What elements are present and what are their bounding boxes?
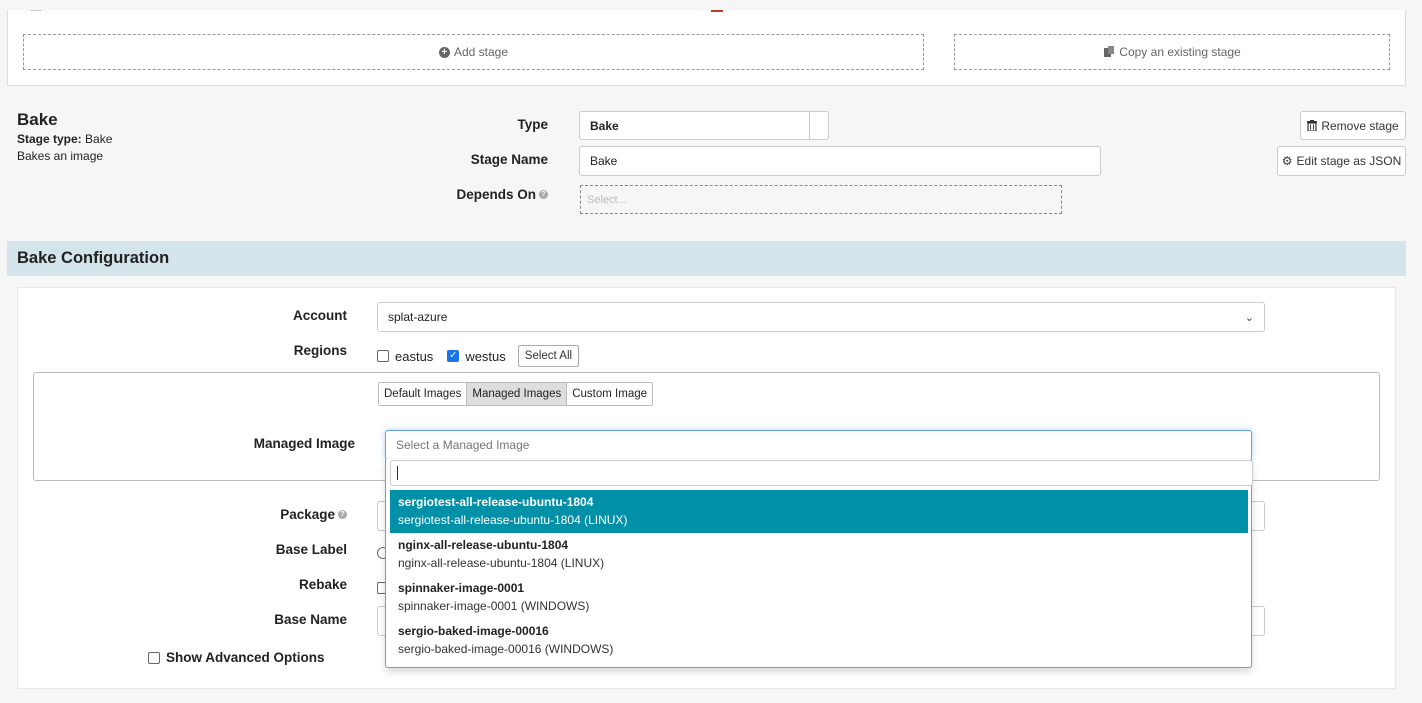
add-stage-button[interactable]: + Add stage	[23, 34, 924, 70]
depends-on-label-group: Depends On ?	[456, 187, 548, 202]
copy-icon	[1104, 46, 1115, 57]
trash-icon	[1307, 120, 1318, 131]
managed-image-dropdown: sergiotest-all-release-ubuntu-1804 sergi…	[385, 459, 1253, 668]
stage-description: Bakes an image	[17, 149, 104, 163]
account-select[interactable]: splat-azure ⌄	[377, 302, 1265, 332]
type-select[interactable]: Bake	[579, 111, 829, 140]
edit-json-label: Edit stage as JSON	[1296, 154, 1402, 168]
depends-on-label: Depends On	[456, 187, 536, 202]
tab-managed-images[interactable]: Managed Images	[467, 383, 568, 405]
option-name: sergiotest-all-release-ubuntu-1804	[398, 495, 594, 509]
stage-name-input[interactable]: Bake	[579, 146, 1101, 176]
type-label: Type	[517, 117, 548, 132]
stage-error-indicator	[711, 10, 723, 12]
bake-config-header: Bake Configuration	[7, 241, 1406, 276]
plus-circle-icon: +	[438, 46, 450, 58]
image-source-tabs: Default Images Managed Images Custom Ima…	[378, 382, 654, 406]
option-name: spinnaker-image-0001	[398, 581, 525, 595]
region-label-eastus: eastus	[395, 348, 434, 364]
option-name: sergio-baked-image-00016	[398, 624, 549, 638]
managed-image-label: Managed Image	[253, 436, 355, 451]
regions-label: Regions	[293, 343, 347, 358]
region-checkbox-westus[interactable]: ✓	[447, 350, 460, 362]
stage-type: Stage type: Bake	[17, 132, 112, 146]
managed-image-search-input[interactable]	[390, 460, 1253, 486]
managed-image-select[interactable]: Select a Managed Image	[385, 430, 1252, 460]
remove-stage-button[interactable]: Remove stage	[1300, 111, 1406, 140]
copy-stage-label: Copy an existing stage	[1119, 45, 1241, 59]
stage-type-value: Bake	[85, 132, 113, 146]
stage-title: Bake	[17, 110, 58, 129]
show-advanced-label: Show Advanced Options	[166, 650, 325, 665]
option-detail: nginx-all-release-ubuntu-1804 (LINUX)	[398, 556, 605, 570]
regions-group: eastus ✓ westus Select All	[377, 345, 580, 367]
copy-stage-button[interactable]: Copy an existing stage	[954, 34, 1390, 70]
remove-stage-label: Remove stage	[1321, 118, 1399, 133]
region-checkbox-eastus[interactable]	[377, 350, 389, 362]
account-value: splat-azure	[388, 310, 448, 324]
account-label: Account	[293, 308, 347, 323]
chevron-down-icon: ⌄	[1244, 311, 1254, 324]
help-icon[interactable]: ?	[338, 510, 347, 519]
option-detail: sergio-baked-image-00016 (WINDOWS)	[398, 642, 614, 656]
gear-icon: ⚙	[1281, 154, 1293, 168]
stage-type-label: Stage type:	[17, 132, 82, 146]
managed-image-option[interactable]: sergiotest-all-release-ubuntu-1804 sergi…	[390, 490, 1248, 533]
help-icon[interactable]: ?	[539, 190, 548, 199]
package-label: Package	[280, 507, 335, 522]
tab-custom-image[interactable]: Custom Image	[567, 383, 653, 405]
option-name: nginx-all-release-ubuntu-1804	[398, 538, 569, 552]
managed-image-option[interactable]: spinnaker-image-0001 spinnaker-image-000…	[390, 576, 1248, 619]
managed-image-option[interactable]: sergio-baked-image-00016 sergio-baked-im…	[390, 619, 1248, 662]
base-label-label: Base Label	[275, 542, 347, 557]
rebake-label: Rebake	[298, 577, 347, 592]
type-select-value: Bake	[580, 112, 810, 139]
managed-image-option[interactable]: nginx-all-release-ubuntu-1804 nginx-all-…	[390, 533, 1248, 576]
region-label-westus: westus	[465, 348, 506, 364]
tab-default-images[interactable]: Default Images	[379, 383, 468, 405]
stage-list-remnant	[30, 10, 42, 11]
option-detail: sergiotest-all-release-ubuntu-1804 (LINU…	[398, 513, 628, 527]
edit-json-button[interactable]: ⚙ Edit stage as JSON	[1277, 146, 1406, 176]
package-label-group: Package ?	[280, 507, 347, 522]
option-detail: spinnaker-image-0001 (WINDOWS)	[398, 599, 590, 613]
depends-on-select[interactable]: Select...	[580, 185, 1062, 214]
managed-image-options: sergiotest-all-release-ubuntu-1804 sergi…	[390, 490, 1248, 662]
base-name-label: Base Name	[274, 612, 347, 627]
stage-name-label: Stage Name	[470, 152, 548, 167]
add-stage-label: Add stage	[453, 45, 509, 59]
text-caret	[397, 466, 398, 480]
show-advanced-options[interactable]: Show Advanced Options	[148, 650, 325, 665]
select-all-button[interactable]: Select All	[517, 345, 580, 367]
show-advanced-checkbox[interactable]	[148, 651, 160, 664]
